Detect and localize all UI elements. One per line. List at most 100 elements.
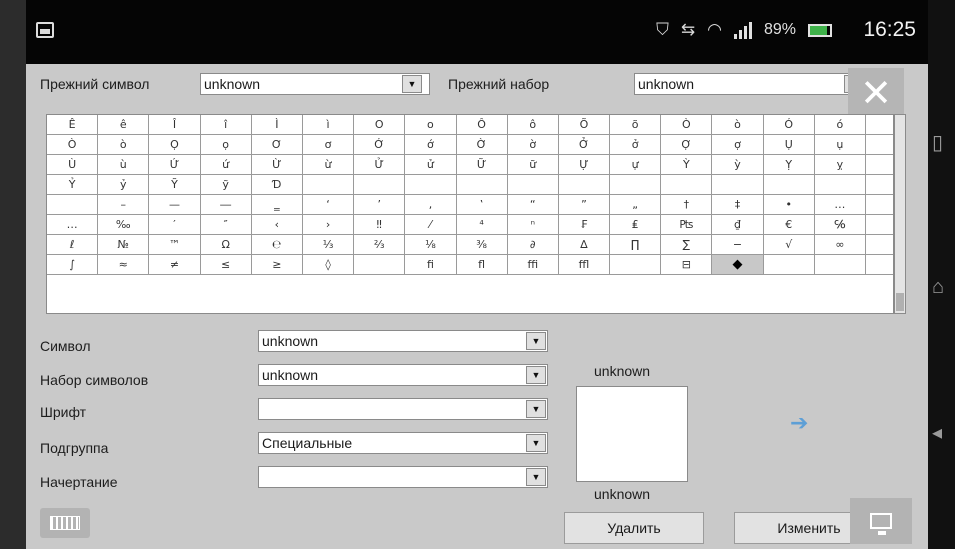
glyph-cell[interactable]: ⅔: [354, 235, 406, 254]
glyph-cell[interactable]: ‛: [457, 195, 508, 214]
glyph-cell[interactable]: ‘: [303, 195, 355, 214]
glyph-cell[interactable]: Ử: [354, 155, 406, 174]
glyph-cell[interactable]: €: [764, 215, 815, 234]
glyph-cell[interactable]: –: [98, 195, 150, 214]
glyph-cell[interactable]: ự: [610, 155, 662, 174]
glyph-cell[interactable]: Ỵ: [764, 155, 815, 174]
glyph-cell[interactable]: ⊟: [661, 255, 713, 274]
glyph-cell[interactable]: ỵ: [815, 155, 866, 174]
close-button[interactable]: ✕: [848, 68, 904, 120]
glyph-cell[interactable]: …: [47, 215, 99, 234]
glyph-cell[interactable]: ℓ: [47, 235, 99, 254]
glyph-cell[interactable]: ‹: [252, 215, 303, 234]
glyph-cell[interactable]: Ỷ: [47, 175, 99, 194]
glyph-cell[interactable]: ụ: [815, 135, 866, 154]
grid-scrollbar[interactable]: [894, 114, 906, 314]
glyph-cell[interactable]: ∑: [661, 235, 713, 254]
glyph-cell[interactable]: ’: [354, 195, 406, 214]
font-dropdown[interactable]: ▼: [526, 400, 546, 418]
glyph-cell[interactable]: ờ: [508, 135, 559, 154]
glyph-cell[interactable]: [610, 255, 662, 274]
character-grid[interactable]: ÊêÎîÌìOoÔôÕõÒòÓóÒòỌọƠơỚớỜờỞởỢợỤụÙùỨứỪừỬử…: [46, 114, 894, 314]
charset-dropdown[interactable]: ▼: [526, 366, 546, 384]
font-combo[interactable]: [258, 398, 548, 420]
glyph-cell[interactable]: ⁄: [405, 215, 457, 234]
prev-symbol-dropdown[interactable]: ▼: [402, 75, 422, 93]
glyph-cell[interactable]: ⁴: [457, 215, 508, 234]
arrow-right-icon[interactable]: ➔: [790, 410, 808, 436]
charset-combo[interactable]: unknown: [258, 364, 548, 386]
glyph-cell[interactable]: ở: [610, 135, 662, 154]
glyph-cell[interactable]: [508, 175, 559, 194]
display-icon[interactable]: [850, 498, 912, 544]
glyph-cell[interactable]: Ɗ: [252, 175, 303, 194]
glyph-cell[interactable]: ỹ: [201, 175, 252, 194]
glyph-cell[interactable]: ‗: [252, 195, 303, 214]
glyph-cell[interactable]: ừ: [303, 155, 355, 174]
glyph-cell[interactable]: Ỳ: [661, 155, 713, 174]
glyph-cell[interactable]: [354, 255, 406, 274]
glyph-cell[interactable]: Ó: [764, 115, 815, 134]
keyboard-icon[interactable]: [40, 508, 90, 538]
glyph-cell[interactable]: †: [661, 195, 713, 214]
glyph-cell[interactable]: Ụ: [764, 135, 815, 154]
glyph-cell[interactable]: o: [405, 115, 457, 134]
prev-set-combo[interactable]: unknown: [634, 73, 870, 95]
glyph-cell[interactable]: ⅓: [303, 235, 355, 254]
glyph-cell[interactable]: ử: [405, 155, 457, 174]
glyph-cell[interactable]: [764, 255, 815, 274]
glyph-cell[interactable]: î: [201, 115, 252, 134]
subgroup-combo[interactable]: Специальные: [258, 432, 548, 454]
glyph-cell[interactable]: ₧: [661, 215, 713, 234]
glyph-cell[interactable]: õ: [610, 115, 662, 134]
glyph-cell[interactable]: ℮: [252, 235, 303, 254]
glyph-cell[interactable]: [815, 175, 866, 194]
glyph-cell[interactable]: ≥: [252, 255, 303, 274]
glyph-cell[interactable]: ‚: [405, 195, 457, 214]
glyph-cell[interactable]: ứ: [201, 155, 252, 174]
glyph-cell[interactable]: ≈: [98, 255, 150, 274]
glyph-cell[interactable]: Ứ: [149, 155, 201, 174]
glyph-cell[interactable]: ™: [149, 235, 201, 254]
glyph-cell[interactable]: [712, 175, 764, 194]
glyph-cell[interactable]: ỷ: [98, 175, 150, 194]
glyph-cell[interactable]: ∞: [815, 235, 866, 254]
glyph-cell[interactable]: ◊: [303, 255, 355, 274]
glyph-cell[interactable]: ⁿ: [508, 215, 559, 234]
glyph-cell[interactable]: [764, 175, 815, 194]
glyph-cell[interactable]: √: [764, 235, 815, 254]
glyph-cell[interactable]: [815, 255, 866, 274]
subgroup-dropdown[interactable]: ▼: [526, 434, 546, 452]
glyph-cell[interactable]: −: [712, 235, 764, 254]
glyph-cell[interactable]: ﬃ: [508, 255, 559, 274]
glyph-cell[interactable]: Ỹ: [149, 175, 201, 194]
glyph-cell[interactable]: Ờ: [457, 135, 508, 154]
glyph-cell[interactable]: Î: [149, 115, 201, 134]
glyph-cell[interactable]: ﬁ: [405, 255, 457, 274]
glyph-cell[interactable]: ∂: [508, 235, 559, 254]
glyph-cell[interactable]: —: [149, 195, 201, 214]
glyph-cell[interactable]: Ê: [47, 115, 99, 134]
symbol-combo[interactable]: unknown: [258, 330, 548, 352]
glyph-cell[interactable]: ê: [98, 115, 150, 134]
glyph-cell[interactable]: ợ: [712, 135, 764, 154]
glyph-cell[interactable]: ‰: [98, 215, 150, 234]
glyph-cell[interactable]: ò: [712, 115, 764, 134]
symbol-dropdown[interactable]: ▼: [526, 332, 546, 350]
glyph-cell[interactable]: Ữ: [457, 155, 508, 174]
glyph-cell[interactable]: [661, 175, 713, 194]
glyph-cell[interactable]: Ω: [201, 235, 252, 254]
glyph-cell[interactable]: “: [508, 195, 559, 214]
glyph-cell[interactable]: Ợ: [661, 135, 713, 154]
glyph-cell[interactable]: ₫: [712, 215, 764, 234]
glyph-cell[interactable]: Ở: [559, 135, 611, 154]
glyph-cell[interactable]: ›: [303, 215, 355, 234]
glyph-cell[interactable]: Ô: [457, 115, 508, 134]
glyph-cell[interactable]: ù: [98, 155, 150, 174]
glyph-cell[interactable]: ″: [201, 215, 252, 234]
glyph-cell[interactable]: Ò: [47, 135, 99, 154]
glyph-cell[interactable]: Ì: [252, 115, 303, 134]
scrollbar-thumb[interactable]: [896, 293, 904, 311]
glyph-cell[interactable]: ⅜: [457, 235, 508, 254]
glyph-cell[interactable]: [405, 175, 457, 194]
